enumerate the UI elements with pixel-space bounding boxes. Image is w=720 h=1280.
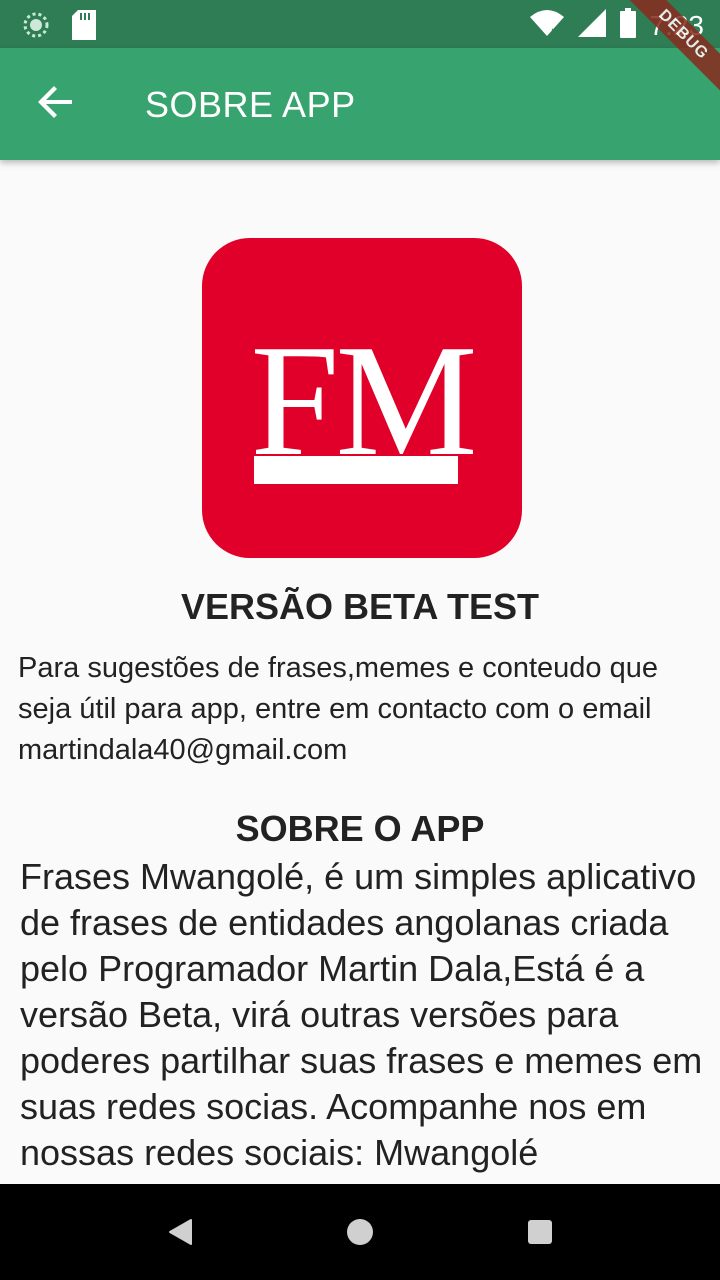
- about-title: SOBRE O APP: [235, 808, 485, 849]
- logo-underline: [254, 456, 458, 484]
- back-triangle-icon: [167, 1218, 193, 1251]
- signal-icon: [577, 9, 606, 42]
- app-bar: SOBRE APP: [0, 48, 720, 160]
- loading-icon: [22, 11, 50, 44]
- nav-home-button[interactable]: [340, 1214, 380, 1254]
- back-button[interactable]: [26, 74, 86, 134]
- arrow-back-icon: [38, 84, 74, 125]
- wifi-icon: ×: [529, 9, 564, 42]
- nav-back-button[interactable]: [160, 1214, 200, 1254]
- app-logo: FM: [202, 238, 522, 558]
- system-nav-bar: [0, 1184, 720, 1280]
- recents-square-icon: [527, 1219, 553, 1250]
- sd-card-icon: [72, 10, 96, 45]
- suggestion-text: Para sugestões de frases,memes e conteud…: [18, 652, 658, 766]
- nav-recents-button[interactable]: [520, 1214, 560, 1254]
- svg-text:×: ×: [550, 25, 560, 37]
- about-body: Frases Mwangolé, é um simples aplicativo…: [20, 856, 703, 1173]
- battery-icon: [619, 8, 636, 43]
- about-content[interactable]: FM VERSÃO BETA TEST Para sugestões de fr…: [0, 160, 720, 1184]
- home-circle-icon: [346, 1218, 374, 1251]
- status-bar: × 7:23: [0, 0, 720, 48]
- page-title: SOBRE APP: [145, 84, 356, 125]
- version-title: VERSÃO BETA TEST: [180, 586, 540, 627]
